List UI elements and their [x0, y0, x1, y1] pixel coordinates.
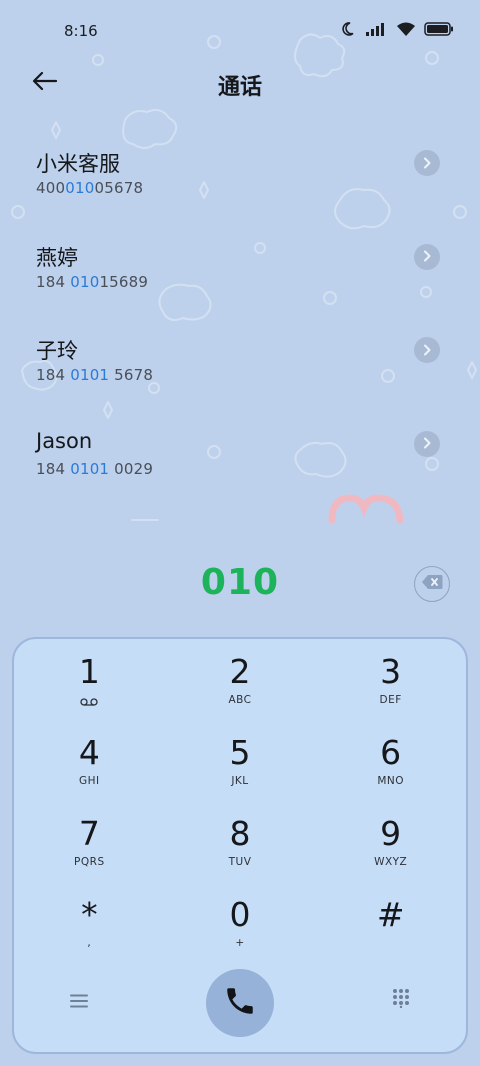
key-digit: 0 — [229, 895, 251, 934]
contact-row[interactable]: Jason 184 0101 0029 — [0, 411, 480, 505]
contact-name: 燕婷 — [36, 245, 78, 270]
call-button[interactable] — [206, 969, 274, 1037]
menu-icon — [70, 993, 88, 1012]
dialpad-toggle-button[interactable] — [388, 987, 414, 1013]
key-7[interactable]: 7 PQRS — [14, 809, 165, 890]
status-bar: 8:16 — [0, 0, 480, 62]
contact-list: 小米客服 40001005678 燕婷 184 01015689 子玲 184 … — [0, 130, 480, 504]
key-letters: DEF — [379, 694, 402, 706]
key-9[interactable]: 9 WXYZ — [315, 809, 466, 890]
key-letters: , — [87, 937, 92, 949]
phone-icon — [223, 984, 257, 1022]
key-1[interactable]: 1 — [14, 647, 165, 728]
chevron-right-icon — [422, 434, 432, 453]
key-digit: * — [81, 895, 98, 934]
key-6[interactable]: 6 MNO — [315, 728, 466, 809]
key-digit: 9 — [380, 814, 402, 853]
header: 通话 — [0, 62, 480, 106]
voicemail-icon — [80, 695, 98, 709]
number-prefix: 184 — [36, 459, 71, 478]
key-letters: ABC — [228, 694, 252, 706]
key-letters: TUV — [228, 856, 252, 868]
key-digit: 3 — [380, 652, 402, 691]
contact-details-button[interactable] — [414, 150, 440, 176]
number-prefix: 184 — [36, 272, 71, 291]
key-3[interactable]: 3 DEF — [315, 647, 466, 728]
key-0[interactable]: 0 + — [165, 890, 316, 971]
key-letters: PQRS — [74, 856, 105, 868]
key-4[interactable]: 4 GHI — [14, 728, 165, 809]
cellular-signal-icon — [366, 22, 388, 36]
number-suffix: 05678 — [94, 179, 144, 197]
status-time: 8:16 — [64, 22, 98, 40]
key-5[interactable]: 5 JKL — [165, 728, 316, 809]
key-star[interactable]: * , — [14, 890, 165, 971]
contact-number: 184 01015689 — [36, 273, 148, 291]
contact-row[interactable]: 子玲 184 0101 5678 — [0, 317, 480, 411]
key-letters: MNO — [377, 775, 404, 787]
contact-number: 184 0101 0029 — [36, 460, 153, 478]
contact-name: 小米客服 — [36, 152, 120, 176]
key-hash[interactable]: # — [315, 890, 466, 971]
page-title: 通话 — [217, 75, 262, 100]
keypad-grid: 1 2 ABC 3 DEF 4 GHI 5 JKL 6 MNO 7 PQRS 8… — [14, 647, 466, 971]
number-match-highlight: 0101 — [70, 366, 110, 384]
contact-details-button[interactable] — [414, 337, 440, 363]
key-8[interactable]: 8 TUV — [165, 809, 316, 890]
key-digit: 7 — [78, 814, 100, 853]
chevron-right-icon — [422, 247, 432, 266]
dialed-number: 010 — [200, 562, 280, 603]
number-match-highlight: 0101 — [70, 459, 110, 478]
key-letters: JKL — [231, 775, 249, 787]
status-icons — [342, 21, 454, 37]
number-match-highlight: 010 — [70, 272, 100, 291]
contact-number: 184 0101 5678 — [36, 366, 153, 384]
key-digit: 4 — [78, 733, 100, 772]
number-match-highlight: 010 — [65, 179, 95, 197]
menu-button[interactable] — [66, 989, 92, 1015]
chevron-right-icon — [422, 154, 432, 173]
dial-keypad: 1 2 ABC 3 DEF 4 GHI 5 JKL 6 MNO 7 PQRS 8… — [12, 637, 468, 1054]
key-letters: + — [235, 937, 245, 949]
key-letters: GHI — [79, 775, 100, 787]
key-digit: 2 — [229, 652, 251, 691]
number-suffix: 5678 — [109, 366, 154, 384]
chevron-right-icon — [422, 341, 432, 360]
key-digit: 8 — [229, 814, 251, 853]
contact-name: 子玲 — [36, 339, 78, 363]
key-digit: # — [376, 895, 405, 934]
contact-row[interactable]: 小米客服 40001005678 — [0, 130, 480, 224]
dialpad-icon — [392, 988, 410, 1012]
key-letters: WXYZ — [374, 856, 408, 868]
keypad-bottom-row — [14, 969, 466, 1037]
number-prefix: 184 — [36, 366, 71, 384]
key-digit: 1 — [78, 652, 100, 691]
contact-number: 40001005678 — [36, 179, 143, 197]
number-suffix: 0029 — [109, 459, 154, 478]
contact-row[interactable]: 燕婷 184 01015689 — [0, 224, 480, 318]
key-digit: 6 — [380, 733, 402, 772]
delete-digit-button[interactable] — [414, 566, 450, 602]
number-suffix: 15689 — [99, 272, 149, 291]
wifi-icon — [396, 22, 416, 37]
contact-name: Jason — [36, 428, 93, 453]
number-prefix: 400 — [36, 179, 66, 197]
backspace-icon — [421, 574, 443, 594]
key-2[interactable]: 2 ABC — [165, 647, 316, 728]
contact-details-button[interactable] — [414, 243, 440, 270]
contact-details-button[interactable] — [414, 430, 440, 457]
key-digit: 5 — [229, 733, 251, 772]
battery-icon — [424, 22, 454, 36]
dial-display: 010 — [0, 556, 480, 616]
moon-icon — [342, 21, 358, 37]
